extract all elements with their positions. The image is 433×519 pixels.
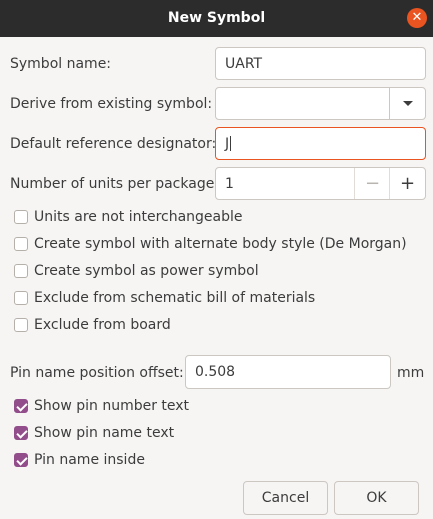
checkbox[interactable]: [14, 264, 28, 278]
pin-offset-label: Pin name position offset:: [10, 365, 184, 381]
option-show-pin-name[interactable]: Show pin name text: [14, 425, 174, 441]
symbol-name-value: UART: [225, 55, 263, 72]
option-power-symbol[interactable]: Create symbol as power symbol: [14, 263, 259, 279]
checkbox[interactable]: [14, 291, 28, 305]
option-label: Create symbol as power symbol: [34, 263, 259, 279]
symbol-name-label: Symbol name:: [10, 56, 112, 72]
checkbox-checked[interactable]: [14, 399, 28, 413]
text-cursor: [230, 136, 232, 151]
cancel-button[interactable]: Cancel: [243, 481, 328, 515]
chevron-down-icon: [402, 101, 413, 106]
pin-offset-unit: mm: [397, 365, 425, 381]
pin-offset-input[interactable]: 0.508: [185, 355, 391, 389]
title-bar: New Symbol ✕: [0, 0, 433, 37]
option-label: Show pin number text: [34, 398, 190, 414]
close-icon: ✕: [411, 10, 423, 25]
pin-offset-value: 0.508: [195, 364, 236, 380]
units-decrement-button[interactable]: −: [354, 168, 390, 199]
option-label: Exclude from board: [34, 317, 171, 333]
checkbox-checked[interactable]: [14, 426, 28, 440]
checkbox[interactable]: [14, 318, 28, 332]
derive-dropdown-button[interactable]: [389, 88, 425, 119]
option-label: Create symbol with alternate body style …: [34, 236, 407, 252]
option-de-morgan[interactable]: Create symbol with alternate body style …: [14, 236, 407, 252]
option-label: Units are not interchangeable: [34, 209, 243, 225]
units-label: Number of units per package:: [10, 176, 220, 192]
option-label: Pin name inside: [34, 452, 145, 468]
option-label: Exclude from schematic bill of materials: [34, 290, 316, 306]
window-title: New Symbol: [167, 10, 266, 26]
units-spinbox[interactable]: 1 − +: [215, 167, 426, 200]
symbol-name-input[interactable]: UART: [215, 47, 426, 80]
ok-button[interactable]: OK: [334, 481, 419, 515]
option-exclude-bom[interactable]: Exclude from schematic bill of materials: [14, 290, 315, 306]
plus-icon: +: [399, 173, 416, 194]
ref-designator-value: J: [225, 135, 230, 152]
units-increment-button[interactable]: +: [389, 168, 425, 199]
option-exclude-board[interactable]: Exclude from board: [14, 317, 171, 333]
checkbox-checked[interactable]: [14, 453, 28, 467]
option-pin-name-inside[interactable]: Pin name inside: [14, 452, 145, 468]
ref-designator-label: Default reference designator:: [10, 136, 217, 152]
minus-icon: −: [364, 173, 381, 194]
option-units-not-interchangeable[interactable]: Units are not interchangeable: [14, 209, 243, 225]
derive-combobox[interactable]: [215, 87, 426, 120]
option-show-pin-number[interactable]: Show pin number text: [14, 398, 189, 414]
units-value: 1: [225, 175, 234, 192]
derive-label: Derive from existing symbol:: [10, 96, 213, 112]
checkbox[interactable]: [14, 210, 28, 224]
checkbox[interactable]: [14, 237, 28, 251]
close-button[interactable]: ✕: [407, 8, 427, 28]
option-label: Show pin name text: [34, 425, 175, 441]
ref-designator-input[interactable]: J: [215, 127, 426, 160]
